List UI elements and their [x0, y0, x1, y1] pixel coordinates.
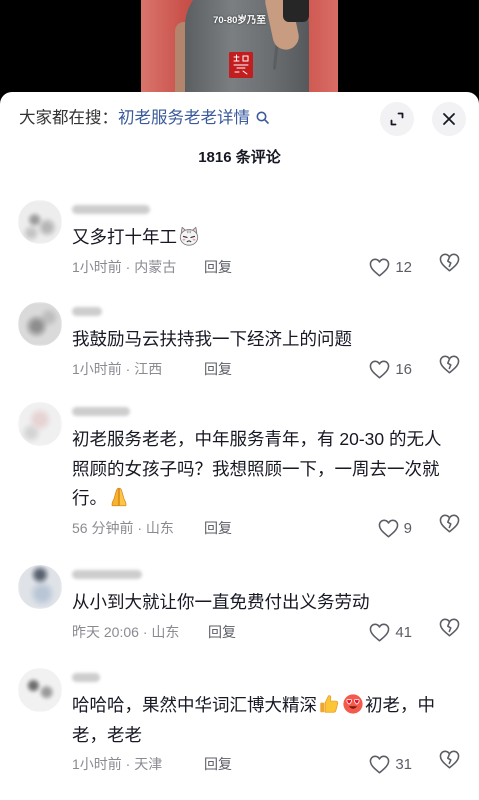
avatar-image-blurred — [18, 200, 62, 244]
comment-meta-row: 1小时前 · 江西 回复 16 — [72, 355, 479, 384]
comment-text-segment: 我鼓励马云扶持我一下经济上的问题 — [72, 329, 352, 349]
reply-button[interactable]: 回复 — [208, 618, 236, 647]
like-count: 31 — [395, 756, 412, 773]
broken-heart-icon — [439, 355, 460, 384]
broken-heart-icon — [439, 253, 460, 282]
comment-time-location: 56 分钟前 · 山东 — [72, 519, 174, 536]
like-button[interactable]: 9 — [378, 514, 412, 543]
reply-button[interactable]: 回复 — [204, 514, 232, 543]
dislike-button[interactable] — [439, 514, 460, 543]
reply-button[interactable]: 回复 — [204, 253, 232, 282]
dislike-button[interactable] — [439, 750, 460, 779]
comment-time-location: 1小时前 · 江西 — [72, 360, 163, 377]
like-count: 12 — [395, 258, 412, 276]
expand-button[interactable] — [380, 102, 414, 136]
username-blurred[interactable] — [72, 673, 100, 682]
expand-icon — [389, 111, 405, 127]
thumbs-up-emoji-icon — [318, 693, 340, 715]
comment-time-location: 1小时前 · 天津 — [72, 756, 163, 772]
comment-time-location: 1小时前 · 内蒙古 — [72, 258, 177, 275]
comment-text: 我鼓励马云扶持我一下经济上的问题 — [72, 325, 448, 355]
search-icon[interactable] — [256, 108, 269, 124]
like-count: 16 — [395, 360, 412, 378]
dislike-button[interactable] — [439, 253, 460, 282]
close-icon — [442, 112, 456, 126]
heart-eyes-emoji-icon — [342, 693, 364, 715]
avatar[interactable] — [18, 402, 62, 446]
comment-text: 又多打十年工 — [72, 223, 448, 253]
heart-outline-icon — [369, 623, 390, 642]
heart-outline-icon — [369, 258, 390, 277]
comment-meta-row: 56 分钟前 · 山东 回复 9 — [72, 514, 479, 543]
search-suggestion[interactable]: 大家都在搜：初老服务老老详情 — [19, 107, 269, 129]
reply-button[interactable]: 回复 — [204, 355, 232, 384]
comment-meta-row: 1小时前 · 天津 回复 31 — [72, 750, 479, 779]
like-button[interactable]: 12 — [369, 253, 412, 282]
comment-sheet: 大家都在搜：初老服务老老详情 1816 条评论 又多打十年工 1小时前 · 内蒙… — [0, 92, 479, 800]
comment-meta-row: 1小时前 · 内蒙古 回复 12 — [72, 253, 479, 282]
broken-heart-icon — [439, 514, 460, 543]
video-caption: 70-80岁乃至 — [213, 15, 266, 26]
comment-text-segment: 哈哈哈，果然中华词汇博大精深 — [72, 695, 317, 715]
video-frame[interactable]: 70-80岁乃至 — [141, 0, 338, 100]
like-button[interactable]: 41 — [369, 618, 412, 647]
comment-text: 哈哈哈，果然中华词汇博大精深 初老，中老，老老 — [72, 691, 448, 750]
avatar-image-blurred — [18, 565, 62, 609]
like-count: 41 — [395, 623, 412, 641]
avatar[interactable] — [18, 200, 62, 244]
dislike-button[interactable] — [439, 618, 460, 647]
like-button[interactable]: 16 — [369, 355, 412, 384]
comment-meta-row: 昨天 20:06 · 山东 回复 41 — [72, 618, 479, 647]
username-blurred[interactable] — [72, 407, 130, 416]
heart-outline-icon — [378, 519, 399, 538]
comment-text: 从小到大就让你一直免费付出义务劳动 — [72, 588, 448, 618]
comment-text-segment: 又多打十年工 — [72, 227, 177, 247]
close-button[interactable] — [432, 102, 466, 136]
broken-heart-icon — [439, 618, 460, 647]
comment-text: 初老服务老老，中年服务青年，有 20-30 的无人照顾的女孩子吗？我想照顾一下，… — [72, 425, 448, 514]
search-suggestion-prefix: 大家都在搜： — [19, 109, 118, 127]
username-blurred[interactable] — [72, 307, 102, 316]
avatar[interactable] — [18, 668, 62, 712]
grumpy-cat-emoji-icon — [178, 225, 200, 247]
avatar-image-blurred — [18, 668, 62, 712]
folded-hands-emoji-icon — [108, 486, 130, 508]
heart-outline-icon — [369, 755, 390, 774]
username-blurred[interactable] — [72, 205, 150, 214]
like-count: 9 — [403, 519, 412, 537]
reply-button[interactable]: 回复 — [204, 750, 232, 779]
avatar-image-blurred — [18, 402, 62, 446]
username-blurred[interactable] — [72, 570, 142, 579]
like-button[interactable]: 31 — [369, 750, 412, 779]
avatar[interactable] — [18, 302, 62, 346]
comment-text-segment: 从小到大就让你一直免费付出义务劳动 — [72, 592, 370, 612]
red-seal-logo — [229, 52, 253, 78]
dislike-button[interactable] — [439, 355, 460, 384]
comment-time-location: 昨天 20:06 · 山东 — [72, 623, 180, 640]
avatar[interactable] — [18, 565, 62, 609]
comment-count: 1816 条评论 — [198, 149, 281, 166]
search-suggestion-query[interactable]: 初老服务老老详情 — [118, 109, 250, 127]
heart-outline-icon — [369, 360, 390, 379]
avatar-image-blurred — [18, 302, 62, 346]
broken-heart-icon — [439, 750, 460, 779]
